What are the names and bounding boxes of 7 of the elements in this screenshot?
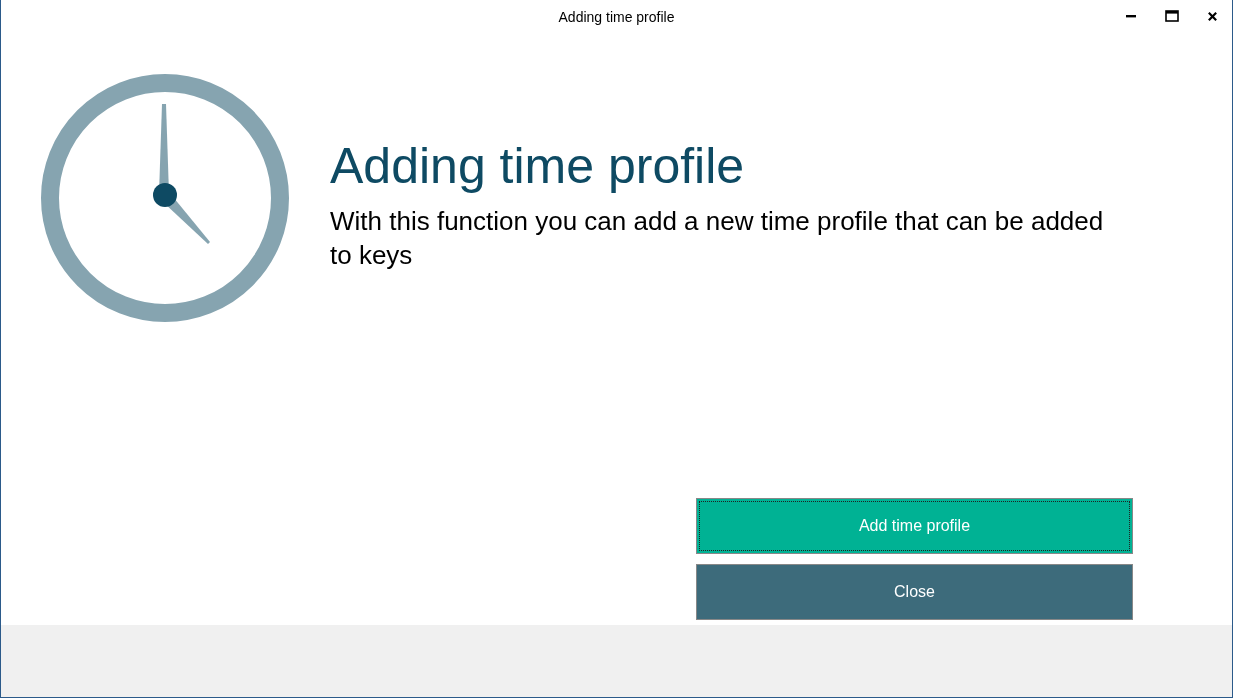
description-text: With this function you can add a new time profile that can be added to keys (330, 205, 1105, 272)
clock-icon (40, 74, 290, 324)
close-icon[interactable] (1207, 10, 1218, 22)
page-heading: Adding time profile (330, 137, 746, 196)
close-button[interactable]: Close (696, 564, 1133, 620)
maximize-icon[interactable] (1165, 10, 1179, 22)
window-title: Adding time profile (558, 9, 675, 25)
